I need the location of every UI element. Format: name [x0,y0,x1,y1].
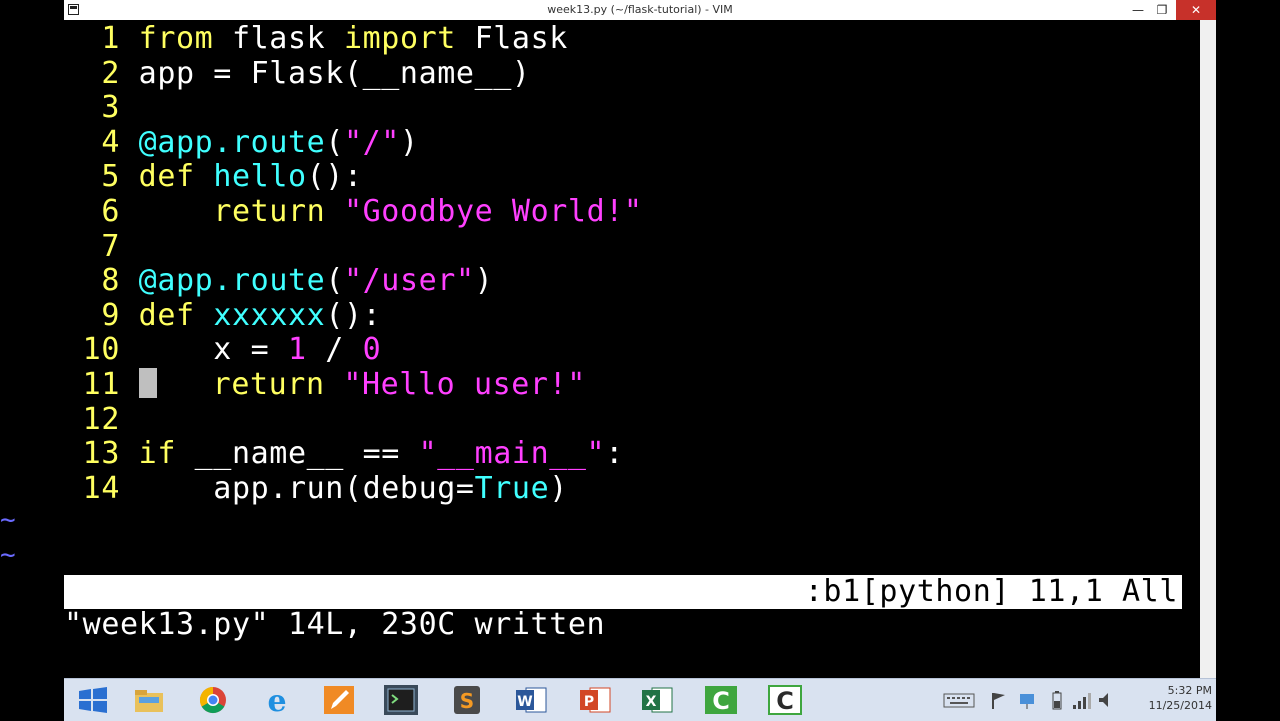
battery-icon[interactable] [1046,685,1068,715]
vertical-scrollbar[interactable] [1200,20,1216,678]
line-number: 8 [64,263,139,299]
svg-text:W: W [517,694,532,710]
clock-time: 5:32 PM [1167,684,1212,697]
line-number: 1 [64,21,139,56]
code-buffer[interactable]: 1 from flask import Flask 2 app = Flask(… [64,21,643,507]
line-number: 3 [64,90,139,126]
code-line: 2 app = Flask(__name__) [64,55,643,92]
code-line: 9 def xxxxxx(): [64,297,643,334]
code-text: app.run(debug=True) [138,470,568,506]
code-line: 6 return "Goodbye World!" [64,193,643,230]
system-clock[interactable]: 5:32 PM 11/25/2014 [1149,683,1212,713]
flag-icon[interactable] [988,685,1010,715]
code-text: if __name__ == "__main__": [138,436,624,472]
taskbar: e S W P X C C 5:32 PM 11/25/2014 [64,678,1216,721]
code-line: 1 from flask import Flask [64,21,643,57]
line-number: 14 [64,470,139,506]
sublime-text-icon[interactable]: S [450,685,484,715]
code-text: @app.route("/") [138,124,419,160]
code-line: 11 return "Hello user!" [64,366,643,403]
svg-text:C: C [712,687,730,715]
terminal-icon[interactable] [384,685,418,715]
window-title: week13.py (~/flask-tutorial) - VIM [547,3,733,16]
line-number: 11 [64,366,139,402]
line-number: 9 [64,297,139,333]
empty-line-marker: ~ [0,505,16,535]
code-line: 10 x = 1 / 0 [64,333,643,368]
line-number: 13 [64,436,139,472]
internet-explorer-icon[interactable]: e [260,685,294,715]
command-message-line: "week13.py" 14L, 230C written [64,607,606,642]
code-line: 12 [64,401,643,438]
code-line: 4 @app.route("/") [64,124,643,161]
line-number: 12 [64,401,139,437]
code-line: 5 def hello(): [64,160,643,195]
code-line: 7 [64,228,643,265]
code-text: @app.route("/user") [138,263,494,299]
minimize-button[interactable]: — [1126,0,1150,20]
empty-line-marker: ~ [0,540,16,570]
status-info: :b1[python] 11,1 All [804,574,1178,609]
line-number: 10 [64,332,139,368]
line-number: 5 [64,159,139,195]
word-icon[interactable]: W [514,685,548,715]
powerpoint-icon[interactable]: P [578,685,612,715]
right-black-border [1216,0,1280,720]
line-number: 2 [64,55,139,91]
line-number: 7 [64,228,139,264]
chrome-icon[interactable] [196,685,230,715]
restore-button[interactable]: ❐ [1150,0,1174,20]
svg-text:S: S [460,689,474,713]
code-text: def hello(): [138,159,363,195]
line-number: 4 [64,124,139,160]
volume-icon[interactable] [1096,685,1118,715]
camtasia-recorder-icon[interactable]: C [768,685,802,715]
code-line: 8 @app.route("/user") [64,263,643,299]
svg-text:e: e [267,685,286,715]
vim-status-line: week13.py :b1[python] 11,1 All [64,574,1182,643]
title-bar[interactable]: week13.py (~/flask-tutorial) - VIM — ❐ ✕ [64,0,1216,21]
code-line: 13 if __name__ == "__main__": [64,436,643,472]
svg-text:C: C [776,687,794,715]
code-line: 14 app.run(debug=True) [64,470,643,507]
clock-date: 11/25/2014 [1148,699,1212,712]
code-text: def xxxxxx(): [138,297,382,333]
code-text: return "Hello user!" [138,367,586,402]
keyboard-icon[interactable] [942,685,976,715]
wifi-signal-icon[interactable] [1070,685,1092,715]
windows-start-icon[interactable] [76,685,110,715]
close-button[interactable]: ✕ [1176,0,1216,20]
code-text: app = Flask(__name__) [138,55,531,91]
line-number: 6 [64,193,139,229]
code-line: 3 [64,90,643,126]
text-cursor [138,367,157,398]
excel-icon[interactable]: X [640,685,674,715]
code-text: from flask import Flask [138,21,568,56]
network-share-icon[interactable] [1016,685,1038,715]
code-text: x = 1 / 0 [138,332,382,368]
svg-text:X: X [646,694,657,710]
pencil-app-icon[interactable] [322,685,356,715]
file-explorer-icon[interactable] [132,685,166,715]
left-black-border [0,0,64,720]
camtasia-icon[interactable]: C [704,685,738,715]
code-text: return "Goodbye World!" [213,193,643,229]
svg-text:P: P [584,694,594,710]
